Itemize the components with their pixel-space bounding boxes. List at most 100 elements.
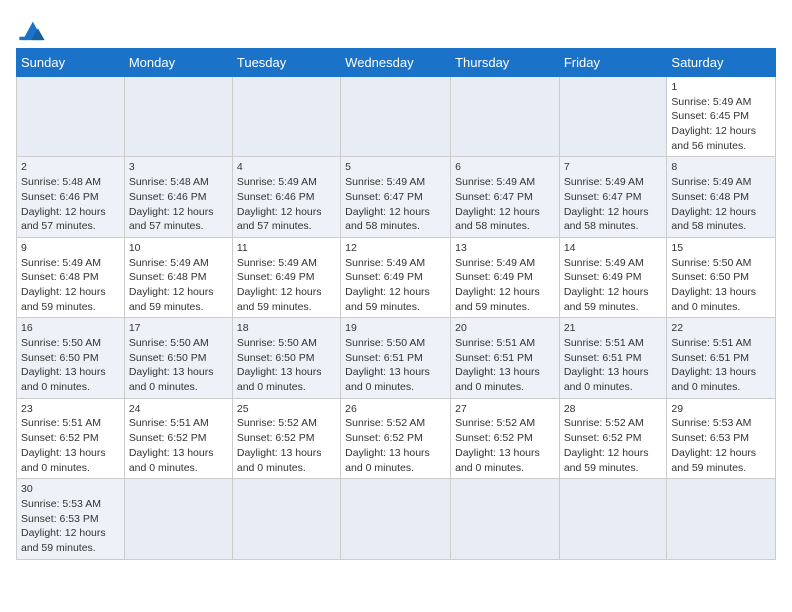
day-info: Sunrise: 5:49 AM Sunset: 6:48 PM Dayligh… [129, 256, 228, 315]
day-info: Sunrise: 5:49 AM Sunset: 6:49 PM Dayligh… [237, 256, 336, 315]
day-info: Sunrise: 5:51 AM Sunset: 6:51 PM Dayligh… [455, 336, 555, 395]
day-number: 7 [564, 160, 663, 175]
day-number: 27 [455, 402, 555, 417]
day-info: Sunrise: 5:50 AM Sunset: 6:51 PM Dayligh… [345, 336, 446, 395]
calendar-week-1: 1Sunrise: 5:49 AM Sunset: 6:45 PM Daylig… [17, 77, 776, 157]
calendar-cell: 15Sunrise: 5:50 AM Sunset: 6:50 PM Dayli… [667, 237, 776, 317]
day-info: Sunrise: 5:49 AM Sunset: 6:48 PM Dayligh… [21, 256, 120, 315]
day-info: Sunrise: 5:52 AM Sunset: 6:52 PM Dayligh… [345, 416, 446, 475]
day-number: 4 [237, 160, 336, 175]
header [16, 16, 776, 44]
day-info: Sunrise: 5:49 AM Sunset: 6:47 PM Dayligh… [345, 175, 446, 234]
calendar-cell [124, 77, 232, 157]
day-number: 2 [21, 160, 120, 175]
day-number: 30 [21, 482, 120, 497]
calendar-cell: 3Sunrise: 5:48 AM Sunset: 6:46 PM Daylig… [124, 157, 232, 237]
calendar-week-3: 9Sunrise: 5:49 AM Sunset: 6:48 PM Daylig… [17, 237, 776, 317]
day-number: 20 [455, 321, 555, 336]
calendar-cell: 4Sunrise: 5:49 AM Sunset: 6:46 PM Daylig… [232, 157, 340, 237]
calendar-cell [341, 479, 451, 559]
day-info: Sunrise: 5:49 AM Sunset: 6:49 PM Dayligh… [345, 256, 446, 315]
col-header-tuesday: Tuesday [232, 49, 340, 77]
calendar-cell: 23Sunrise: 5:51 AM Sunset: 6:52 PM Dayli… [17, 398, 125, 478]
day-info: Sunrise: 5:52 AM Sunset: 6:52 PM Dayligh… [237, 416, 336, 475]
col-header-wednesday: Wednesday [341, 49, 451, 77]
calendar-header-row: SundayMondayTuesdayWednesdayThursdayFrid… [17, 49, 776, 77]
day-info: Sunrise: 5:49 AM Sunset: 6:48 PM Dayligh… [671, 175, 771, 234]
day-number: 29 [671, 402, 771, 417]
day-number: 26 [345, 402, 446, 417]
calendar-cell: 16Sunrise: 5:50 AM Sunset: 6:50 PM Dayli… [17, 318, 125, 398]
logo [16, 16, 52, 44]
day-number: 13 [455, 241, 555, 256]
day-number: 25 [237, 402, 336, 417]
calendar-week-4: 16Sunrise: 5:50 AM Sunset: 6:50 PM Dayli… [17, 318, 776, 398]
calendar-cell: 25Sunrise: 5:52 AM Sunset: 6:52 PM Dayli… [232, 398, 340, 478]
calendar-cell [17, 77, 125, 157]
day-number: 23 [21, 402, 120, 417]
calendar-cell: 2Sunrise: 5:48 AM Sunset: 6:46 PM Daylig… [17, 157, 125, 237]
day-number: 18 [237, 321, 336, 336]
day-info: Sunrise: 5:51 AM Sunset: 6:51 PM Dayligh… [671, 336, 771, 395]
calendar-cell [667, 479, 776, 559]
day-info: Sunrise: 5:52 AM Sunset: 6:52 PM Dayligh… [455, 416, 555, 475]
calendar-cell [559, 77, 667, 157]
day-info: Sunrise: 5:49 AM Sunset: 6:49 PM Dayligh… [455, 256, 555, 315]
calendar-cell: 18Sunrise: 5:50 AM Sunset: 6:50 PM Dayli… [232, 318, 340, 398]
day-info: Sunrise: 5:50 AM Sunset: 6:50 PM Dayligh… [237, 336, 336, 395]
day-number: 19 [345, 321, 446, 336]
day-number: 15 [671, 241, 771, 256]
col-header-thursday: Thursday [451, 49, 560, 77]
calendar-cell: 22Sunrise: 5:51 AM Sunset: 6:51 PM Dayli… [667, 318, 776, 398]
day-number: 8 [671, 160, 771, 175]
col-header-friday: Friday [559, 49, 667, 77]
calendar-cell: 9Sunrise: 5:49 AM Sunset: 6:48 PM Daylig… [17, 237, 125, 317]
day-number: 24 [129, 402, 228, 417]
day-info: Sunrise: 5:50 AM Sunset: 6:50 PM Dayligh… [129, 336, 228, 395]
day-number: 12 [345, 241, 446, 256]
col-header-sunday: Sunday [17, 49, 125, 77]
calendar-table: SundayMondayTuesdayWednesdayThursdayFrid… [16, 48, 776, 560]
calendar-cell: 30Sunrise: 5:53 AM Sunset: 6:53 PM Dayli… [17, 479, 125, 559]
col-header-monday: Monday [124, 49, 232, 77]
calendar-cell: 11Sunrise: 5:49 AM Sunset: 6:49 PM Dayli… [232, 237, 340, 317]
calendar-cell: 10Sunrise: 5:49 AM Sunset: 6:48 PM Dayli… [124, 237, 232, 317]
calendar-cell: 28Sunrise: 5:52 AM Sunset: 6:52 PM Dayli… [559, 398, 667, 478]
calendar-cell [232, 77, 340, 157]
day-info: Sunrise: 5:50 AM Sunset: 6:50 PM Dayligh… [671, 256, 771, 315]
day-info: Sunrise: 5:51 AM Sunset: 6:51 PM Dayligh… [564, 336, 663, 395]
calendar-cell: 26Sunrise: 5:52 AM Sunset: 6:52 PM Dayli… [341, 398, 451, 478]
day-info: Sunrise: 5:49 AM Sunset: 6:47 PM Dayligh… [564, 175, 663, 234]
calendar-cell: 14Sunrise: 5:49 AM Sunset: 6:49 PM Dayli… [559, 237, 667, 317]
calendar-cell [559, 479, 667, 559]
calendar-week-2: 2 Sunrise: 5:48 AM Sunset: 6:46 PM Daylig… [17, 157, 776, 237]
calendar-cell [451, 479, 560, 559]
calendar-cell: 21Sunrise: 5:51 AM Sunset: 6:51 PM Dayli… [559, 318, 667, 398]
day-info: Sunrise: 5:49 AM Sunset: 6:45 PM Dayligh… [671, 95, 771, 154]
day-info: Sunrise: 5:50 AM Sunset: 6:50 PM Dayligh… [21, 336, 120, 395]
day-number: 28 [564, 402, 663, 417]
day-info: Sunrise: 5:49 AM Sunset: 6:47 PM Dayligh… [455, 175, 555, 234]
day-info: Sunrise: 5:52 AM Sunset: 6:52 PM Dayligh… [564, 416, 663, 475]
calendar-cell: 6Sunrise: 5:49 AM Sunset: 6:47 PM Daylig… [451, 157, 560, 237]
calendar-cell: 20Sunrise: 5:51 AM Sunset: 6:51 PM Dayli… [451, 318, 560, 398]
calendar-cell: 7Sunrise: 5:49 AM Sunset: 6:47 PM Daylig… [559, 157, 667, 237]
calendar-cell [232, 479, 340, 559]
day-number: 16 [21, 321, 120, 336]
calendar-cell: 1Sunrise: 5:49 AM Sunset: 6:45 PM Daylig… [667, 77, 776, 157]
day-info: Sunrise: 5:48 AM Sunset: 6:46 PM Dayligh… [129, 175, 228, 234]
day-info: Sunrise: 5:53 AM Sunset: 6:53 PM Dayligh… [21, 497, 120, 556]
col-header-saturday: Saturday [667, 49, 776, 77]
day-number: 9 [21, 241, 120, 256]
calendar-cell: 8Sunrise: 5:49 AM Sunset: 6:48 PM Daylig… [667, 157, 776, 237]
calendar-cell: 5Sunrise: 5:49 AM Sunset: 6:47 PM Daylig… [341, 157, 451, 237]
calendar-cell: 27Sunrise: 5:52 AM Sunset: 6:52 PM Dayli… [451, 398, 560, 478]
logo-icon [16, 16, 48, 44]
day-info: Sunrise: 5:51 AM Sunset: 6:52 PM Dayligh… [21, 416, 120, 475]
calendar-cell [451, 77, 560, 157]
day-number: 17 [129, 321, 228, 336]
day-info: Sunrise: 5:51 AM Sunset: 6:52 PM Dayligh… [129, 416, 228, 475]
calendar-cell: 19Sunrise: 5:50 AM Sunset: 6:51 PM Dayli… [341, 318, 451, 398]
calendar-cell: 29Sunrise: 5:53 AM Sunset: 6:53 PM Dayli… [667, 398, 776, 478]
day-number: 3 [129, 160, 228, 175]
